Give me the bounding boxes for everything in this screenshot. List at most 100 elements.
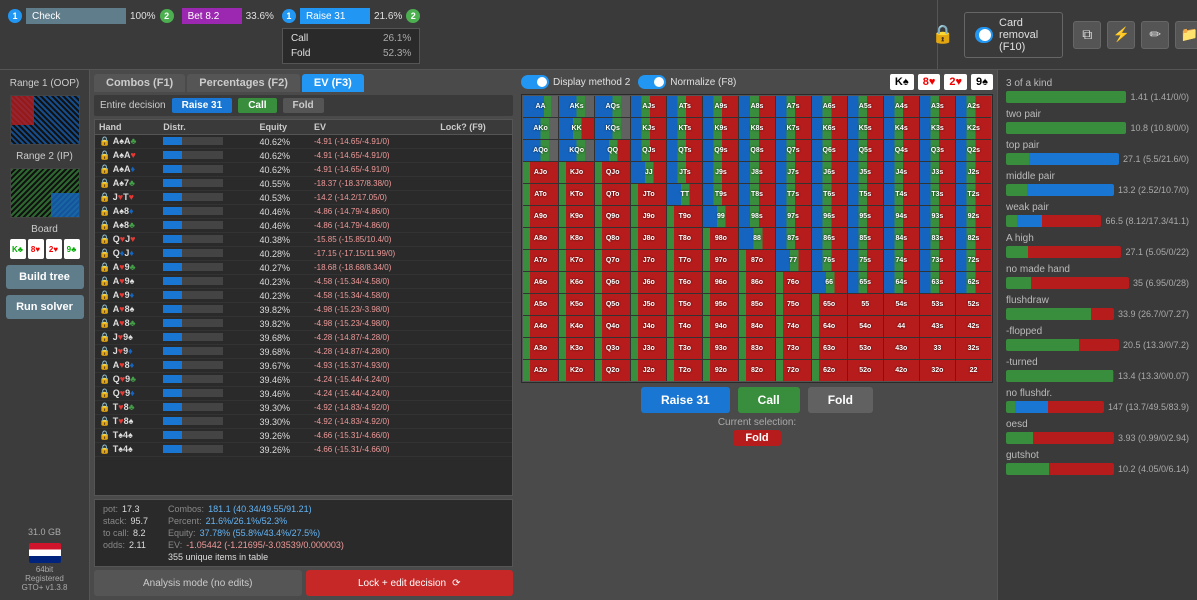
filter-9-spade[interactable]: 9♠ [971,74,993,90]
matrix-cell[interactable]: KQo [559,140,594,161]
matrix-cell[interactable]: J7o [631,250,666,271]
table-row[interactable]: 🔒 A♠A♦ 40.62% -4.91 (-14.65/-4.91/0) [95,163,512,177]
matrix-cell[interactable]: K4s [884,118,919,139]
matrix-cell[interactable]: T6s [812,184,847,205]
matrix-cell[interactable]: Q3s [920,140,955,161]
matrix-cell[interactable]: 44 [884,316,919,337]
raise-big-button[interactable]: Raise 31 [641,387,730,413]
matrix-cell[interactable]: AQo [523,140,558,161]
matrix-cell[interactable]: 72s [956,250,991,271]
matrix-cell[interactable]: 92s [956,206,991,227]
matrix-cell[interactable]: 88 [739,228,774,249]
matrix-cell[interactable]: J9o [631,206,666,227]
table-row[interactable]: 🔒 T♠4♠ 39.26% -4.66 (-15.31/-4.66/0) [95,429,512,443]
matrix-cell[interactable]: Q4s [884,140,919,161]
matrix-cell[interactable]: 84s [884,228,919,249]
table-row[interactable]: 🔒 A♠7♣ 40.55% -18.37 (-18.37/8.38/0) [95,177,512,191]
matrix-cell[interactable]: T8o [667,228,702,249]
matrix-cell[interactable]: QJs [631,140,666,161]
matrix-cell[interactable]: 53s [920,294,955,315]
matrix-cell[interactable]: A3o [523,338,558,359]
filter-2-heart[interactable]: 2♥ [944,74,967,90]
raise-tab[interactable]: Raise 31 [172,98,233,113]
matrix-cell[interactable]: A4o [523,316,558,337]
filter-K-spade[interactable]: K♠ [890,74,914,90]
matrix-cell[interactable]: AA [523,96,558,117]
matrix-cell[interactable]: 95s [848,206,883,227]
table-row[interactable]: 🔒 A♥9♠ 40.23% -4.58 (-15.34/-4.58/0) [95,275,512,289]
matrix-cell[interactable]: J7s [776,162,811,183]
matrix-cell[interactable]: 43s [920,316,955,337]
matrix-cell[interactable]: QJo [595,162,630,183]
edit-icon[interactable]: ✏ [1141,21,1169,49]
matrix-cell[interactable]: Q8s [739,140,774,161]
matrix-cell[interactable]: 93o [703,338,738,359]
matrix-cell[interactable]: 63s [920,272,955,293]
table-row[interactable]: 🔒 T♥8♣ 39.30% -4.92 (-14.83/-4.92/0) [95,401,512,415]
matrix-cell[interactable]: 87s [776,228,811,249]
matrix-cell[interactable]: J3s [920,162,955,183]
matrix-cell[interactable]: 82o [739,360,774,381]
table-row[interactable]: 🔒 Q♥9♦ 39.46% -4.24 (-15.44/-4.24/0) [95,387,512,401]
call-tab[interactable]: Call [238,98,276,113]
matrix-cell[interactable]: 99 [703,206,738,227]
call-dropdown-item[interactable]: Call 26.1% [283,31,419,46]
matrix-cell[interactable]: 54o [848,316,883,337]
matrix-cell[interactable]: K2s [956,118,991,139]
matrix-cell[interactable]: 42o [884,360,919,381]
matrix-cell[interactable]: Q5o [595,294,630,315]
matrix-cell[interactable]: KTs [667,118,702,139]
matrix-cell[interactable]: 83s [920,228,955,249]
matrix-cell[interactable]: 32o [920,360,955,381]
matrix-cell[interactable]: 65o [812,294,847,315]
matrix-cell[interactable]: A6o [523,272,558,293]
matrix-cell[interactable]: 43o [884,338,919,359]
matrix-cell[interactable]: 93s [920,206,955,227]
matrix-cell[interactable]: Q9o [595,206,630,227]
table-row[interactable]: 🔒 A♥8♣ 39.82% -4.98 (-15.23/-4.98/0) [95,317,512,331]
matrix-cell[interactable]: K5o [559,294,594,315]
fold-big-button[interactable]: Fold [808,387,873,413]
matrix-cell[interactable]: QTo [595,184,630,205]
matrix-cell[interactable]: ATs [667,96,702,117]
matrix-cell[interactable]: T5s [848,184,883,205]
matrix-cell[interactable]: J6o [631,272,666,293]
matrix-cell[interactable]: TT [667,184,702,205]
matrix-cell[interactable]: K7s [776,118,811,139]
matrix-cell[interactable]: Q6s [812,140,847,161]
matrix-cell[interactable]: J4s [884,162,919,183]
run-solver-button[interactable]: Run solver [6,295,84,319]
matrix-cell[interactable]: 83o [739,338,774,359]
matrix-cell[interactable]: 52s [956,294,991,315]
table-row[interactable]: 🔒 A♥9♣ 40.27% -18.68 (-18.68/8.34/0) [95,261,512,275]
matrix-cell[interactable]: A4s [884,96,919,117]
matrix-cell[interactable]: 84o [739,316,774,337]
matrix-cell[interactable]: T3s [920,184,955,205]
matrix-cell[interactable]: 98s [739,206,774,227]
matrix-cell[interactable]: KJs [631,118,666,139]
hands-table-container[interactable]: Hand Distr. Equity EV Lock? (F9) 🔒 A♠A♣ … [94,119,513,496]
matrix-cell[interactable]: T9s [703,184,738,205]
matrix-cell[interactable]: J2o [631,360,666,381]
matrix-cell[interactable]: A2o [523,360,558,381]
matrix-cell[interactable]: 53o [848,338,883,359]
matrix-cell[interactable]: J8s [739,162,774,183]
matrix-cell[interactable]: 86s [812,228,847,249]
matrix-cell[interactable]: J4o [631,316,666,337]
matrix-cell[interactable]: JTs [667,162,702,183]
matrix-cell[interactable]: QQ [595,140,630,161]
matrix-cell[interactable]: 76s [812,250,847,271]
card-removal-toggle[interactable]: Card removal (F10) [964,12,1063,58]
table-row[interactable]: 🔒 Q♥9♣ 39.46% -4.24 (-15.44/-4.24/0) [95,373,512,387]
matrix-cell[interactable]: A7o [523,250,558,271]
matrix-cell[interactable]: 62o [812,360,847,381]
matrix-cell[interactable]: 92o [703,360,738,381]
matrix-cell[interactable]: 65s [848,272,883,293]
matrix-cell[interactable]: AKo [523,118,558,139]
matrix-cell[interactable]: KTo [559,184,594,205]
matrix-cell[interactable]: 33 [920,338,955,359]
lock-edit-button[interactable]: Lock + edit decision ⟳ [306,570,514,596]
fold-dropdown-item[interactable]: Fold 52.3% [283,46,419,61]
matrix-cell[interactable]: J8o [631,228,666,249]
matrix-cell[interactable]: K2o [559,360,594,381]
